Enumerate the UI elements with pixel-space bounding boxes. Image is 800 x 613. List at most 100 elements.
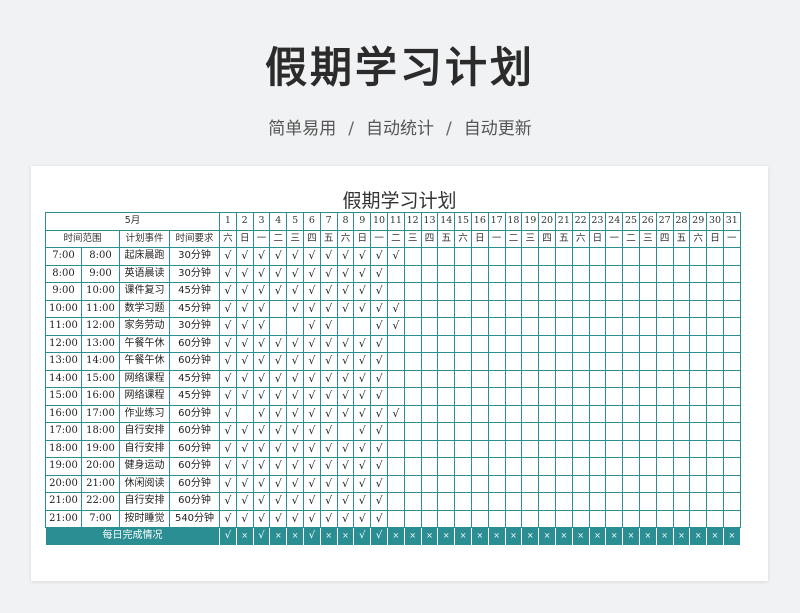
weekday-cell[interactable]: 一 — [605, 229, 624, 248]
task-cell[interactable]: 家务劳动 — [119, 317, 170, 336]
checkmark-cell[interactable]: √ — [370, 474, 388, 493]
day-number-cell[interactable]: 28 — [672, 212, 691, 231]
end-time-cell[interactable]: 9:00 — [81, 264, 120, 283]
checkmark-cell[interactable] — [437, 369, 456, 388]
checkmark-cell[interactable] — [655, 352, 674, 371]
checkmark-cell[interactable]: √ — [336, 299, 355, 318]
task-cell[interactable]: 起床晨跑 — [119, 247, 170, 266]
checkmark-cell[interactable] — [605, 422, 624, 441]
time-range-header[interactable]: 时间范围 — [45, 229, 120, 248]
checkmark-cell[interactable]: √ — [219, 264, 237, 283]
checkmark-cell[interactable]: √ — [319, 404, 338, 423]
checkmark-cell[interactable]: √ — [219, 247, 237, 266]
checkmark-cell[interactable] — [689, 387, 708, 406]
checkmark-cell[interactable] — [622, 492, 640, 511]
checkmark-cell[interactable]: √ — [302, 352, 321, 371]
checkmark-cell[interactable]: √ — [336, 247, 355, 266]
checkmark-cell[interactable] — [588, 387, 607, 406]
checkmark-cell[interactable]: √ — [302, 369, 321, 388]
checkmark-cell[interactable]: √ — [286, 439, 304, 458]
checkmark-cell[interactable] — [470, 247, 489, 266]
end-time-cell[interactable]: 22:00 — [81, 492, 120, 511]
checkmark-cell[interactable] — [504, 317, 523, 336]
checkmark-cell[interactable]: √ — [235, 422, 254, 441]
checkmark-cell[interactable]: √ — [286, 492, 304, 511]
checkmark-cell[interactable] — [554, 457, 573, 476]
requirement-cell[interactable]: 45分钟 — [169, 299, 220, 318]
start-time-cell[interactable]: 12:00 — [45, 334, 82, 353]
checkmark-cell[interactable] — [638, 492, 657, 511]
checkmark-cell[interactable]: √ — [269, 282, 288, 301]
checkmark-cell[interactable] — [672, 387, 691, 406]
checkmark-cell[interactable] — [722, 317, 741, 336]
checkmark-cell[interactable]: √ — [235, 282, 254, 301]
checkmark-cell[interactable] — [403, 264, 422, 283]
checkmark-cell[interactable] — [722, 352, 741, 371]
task-cell[interactable]: 午餐午休 — [119, 334, 170, 353]
checkmark-cell[interactable] — [655, 369, 674, 388]
checkmark-cell[interactable]: √ — [353, 474, 372, 493]
checkmark-cell[interactable] — [622, 299, 640, 318]
checkmark-cell[interactable] — [638, 282, 657, 301]
checkmark-cell[interactable]: √ — [235, 352, 254, 371]
checkmark-cell[interactable] — [655, 317, 674, 336]
weekday-cell[interactable]: 一 — [370, 229, 388, 248]
daily-completion-cell[interactable]: × — [454, 527, 472, 546]
weekday-cell[interactable]: 四 — [655, 229, 674, 248]
checkmark-cell[interactable] — [722, 404, 741, 423]
checkmark-cell[interactable] — [437, 492, 456, 511]
day-number-cell[interactable]: 6 — [302, 212, 321, 231]
requirement-cell[interactable]: 540分钟 — [169, 509, 220, 528]
checkmark-cell[interactable]: √ — [353, 492, 372, 511]
checkmark-cell[interactable]: √ — [370, 492, 388, 511]
weekday-cell[interactable]: 一 — [487, 229, 506, 248]
checkmark-cell[interactable] — [487, 492, 506, 511]
checkmark-cell[interactable] — [722, 509, 741, 528]
task-cell[interactable]: 健身运动 — [119, 457, 170, 476]
day-number-cell[interactable]: 23 — [588, 212, 607, 231]
daily-completion-cell[interactable]: × — [269, 527, 288, 546]
checkmark-cell[interactable] — [622, 264, 640, 283]
checkmark-cell[interactable] — [437, 264, 456, 283]
weekday-cell[interactable]: 二 — [504, 229, 523, 248]
task-cell[interactable]: 自行安排 — [119, 439, 170, 458]
checkmark-cell[interactable] — [622, 439, 640, 458]
checkmark-cell[interactable] — [689, 299, 708, 318]
checkmark-cell[interactable] — [605, 404, 624, 423]
checkmark-cell[interactable]: √ — [219, 387, 237, 406]
checkmark-cell[interactable]: √ — [235, 439, 254, 458]
checkmark-cell[interactable] — [538, 422, 556, 441]
checkmark-cell[interactable]: √ — [252, 264, 271, 283]
checkmark-cell[interactable] — [706, 492, 724, 511]
day-number-cell[interactable]: 16 — [470, 212, 489, 231]
checkmark-cell[interactable]: √ — [286, 299, 304, 318]
checkmark-cell[interactable] — [403, 352, 422, 371]
checkmark-cell[interactable] — [487, 509, 506, 528]
checkmark-cell[interactable] — [638, 247, 657, 266]
checkmark-cell[interactable] — [689, 422, 708, 441]
checkmark-cell[interactable]: √ — [302, 317, 321, 336]
checkmark-cell[interactable] — [706, 509, 724, 528]
checkmark-cell[interactable]: √ — [319, 282, 338, 301]
checkmark-cell[interactable] — [504, 247, 523, 266]
checkmark-cell[interactable] — [403, 299, 422, 318]
start-time-cell[interactable]: 10:00 — [45, 299, 82, 318]
end-time-cell[interactable]: 7:00 — [81, 509, 120, 528]
checkmark-cell[interactable] — [437, 474, 456, 493]
checkmark-cell[interactable] — [437, 317, 456, 336]
checkmark-cell[interactable]: √ — [336, 404, 355, 423]
checkmark-cell[interactable] — [554, 492, 573, 511]
checkmark-cell[interactable] — [403, 422, 422, 441]
daily-completion-cell[interactable]: √ — [353, 527, 372, 546]
requirement-cell[interactable]: 45分钟 — [169, 387, 220, 406]
checkmark-cell[interactable]: √ — [319, 492, 338, 511]
checkmark-cell[interactable] — [554, 369, 573, 388]
checkmark-cell[interactable] — [487, 299, 506, 318]
checkmark-cell[interactable]: √ — [219, 299, 237, 318]
checkmark-cell[interactable] — [420, 509, 439, 528]
checkmark-cell[interactable] — [605, 352, 624, 371]
checkmark-cell[interactable] — [571, 317, 590, 336]
weekday-cell[interactable]: 六 — [689, 229, 708, 248]
end-time-cell[interactable]: 12:00 — [81, 317, 120, 336]
checkmark-cell[interactable] — [487, 247, 506, 266]
